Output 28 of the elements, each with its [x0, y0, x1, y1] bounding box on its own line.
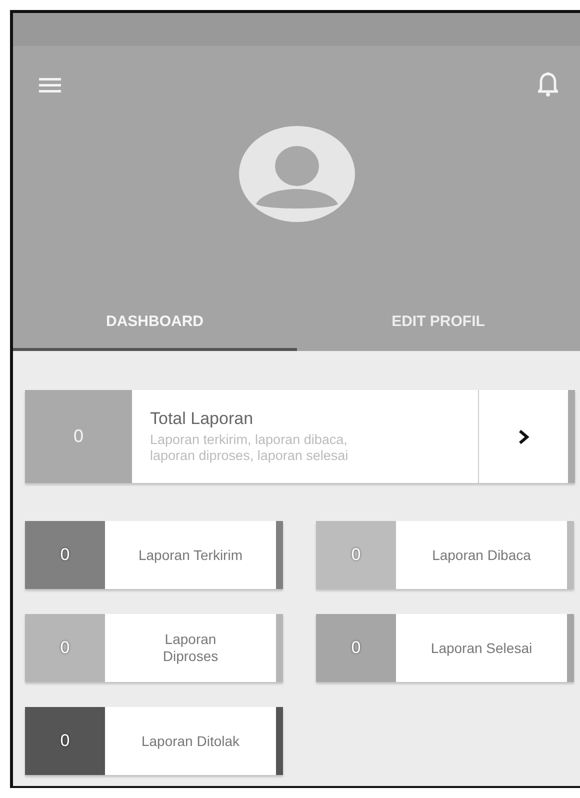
card-label: Laporan Dibaca	[431, 546, 532, 564]
count-tile: 0	[25, 614, 105, 682]
report-card[interactable]: 0 Laporan Diproses	[25, 614, 283, 682]
card-label: Laporan Ditolak	[140, 732, 241, 750]
report-card[interactable]: 0 Laporan Terkirim	[25, 521, 283, 589]
card-title: Total Laporan	[150, 408, 254, 429]
count-tile: 0	[25, 390, 132, 483]
avatar-icon	[238, 126, 354, 222]
count-tile: 0	[25, 707, 105, 775]
menu-icon[interactable]	[39, 77, 61, 93]
accent-bar	[276, 521, 283, 589]
report-card[interactable]: 0 Laporan Dibaca	[316, 521, 574, 589]
accent-bar	[567, 614, 574, 682]
card-label: Laporan Terkirim	[137, 546, 244, 564]
report-card[interactable]: 0 Laporan Ditolak	[25, 707, 283, 775]
count-tile: 0	[316, 521, 396, 589]
report-card[interactable]: 0 Laporan Selesai	[316, 614, 574, 682]
accent-bar	[276, 707, 283, 775]
accent-bar	[276, 614, 283, 682]
card-label: Laporan Selesai	[430, 640, 534, 656]
chevron-icon	[518, 428, 530, 444]
bell-icon[interactable]	[538, 72, 558, 98]
count-tile: 0	[25, 521, 105, 589]
tab[interactable]: DASHBOARD	[13, 299, 296, 351]
card-description: Laporan terkirim, laporan dibaca, laporan diproses, laporan selesai	[150, 432, 350, 464]
accent-bar	[567, 521, 574, 589]
card-label: Laporan Diproses	[162, 631, 220, 665]
count-tile: 0	[316, 614, 396, 682]
